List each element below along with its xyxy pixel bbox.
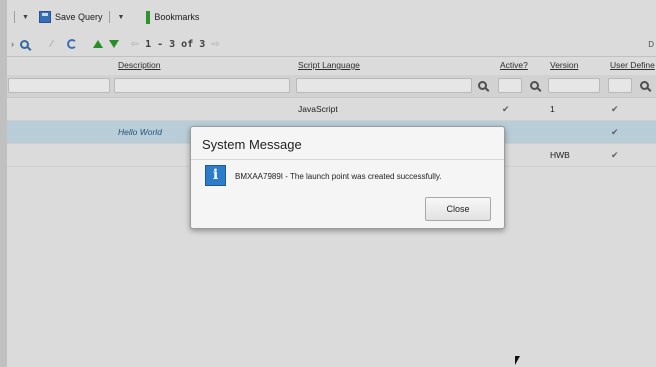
dialog-divider: [191, 159, 504, 160]
app-window: h ▼ Save Query ▼ Bookmarks r › ⁄ ⇦ 1 - 3…: [0, 0, 656, 367]
mouse-cursor: [515, 356, 520, 365]
info-icon: i: [205, 165, 226, 186]
system-message-dialog: System Message i BMXAA7989I - The launch…: [190, 126, 505, 229]
dialog-message: BMXAA7989I - The launch point was create…: [235, 172, 442, 181]
close-button[interactable]: Close: [425, 197, 491, 221]
dialog-title: System Message: [202, 137, 302, 152]
